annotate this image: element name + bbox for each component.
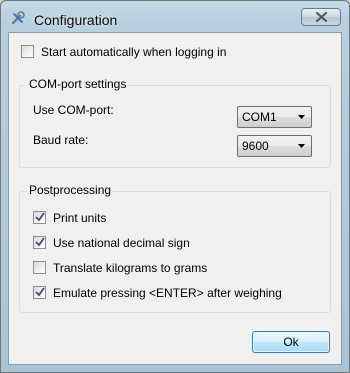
baud-rate-label: Baud rate: [33, 133, 89, 147]
emulate-enter-checkbox[interactable] [33, 286, 46, 299]
title-bar[interactable]: Configuration [1, 1, 349, 31]
baud-rate-select[interactable]: 9600 [237, 135, 312, 157]
postprocessing-group-title: Postprocessing [27, 183, 114, 197]
baud-rate-value: 9600 [242, 139, 269, 153]
chevron-down-icon [298, 144, 305, 148]
kilograms-to-grams-checkbox[interactable] [33, 261, 46, 274]
com-settings-group-title: COM-port settings [27, 77, 129, 91]
autostart-checkbox[interactable] [21, 45, 34, 58]
checkmark-icon [35, 237, 45, 247]
ok-button[interactable]: Ok [252, 331, 330, 353]
emulate-enter-label: Emulate pressing <ENTER> after weighing [53, 286, 282, 300]
com-port-label: Use COM-port: [33, 103, 114, 117]
chevron-down-icon [298, 115, 305, 119]
kilograms-to-grams-label: Translate kilograms to grams [53, 261, 208, 275]
configuration-dialog: Configuration Start automatically when l… [0, 0, 350, 373]
com-port-value: COM1 [242, 110, 277, 124]
wrench-screwdriver-icon [10, 10, 26, 26]
com-port-select[interactable]: COM1 [237, 106, 312, 128]
national-decimal-label: Use national decimal sign [53, 236, 190, 250]
window-title: Configuration [34, 12, 118, 28]
close-button[interactable] [301, 8, 341, 26]
close-x-icon [316, 12, 327, 22]
print-units-checkbox[interactable] [33, 211, 46, 224]
checkmark-icon [35, 287, 45, 297]
national-decimal-checkbox[interactable] [33, 236, 46, 249]
autostart-label: Start automatically when logging in [41, 45, 227, 59]
checkmark-icon [35, 212, 45, 222]
print-units-label: Print units [53, 211, 107, 225]
dialog-client-area: Start automatically when logging in COM-… [8, 32, 342, 365]
